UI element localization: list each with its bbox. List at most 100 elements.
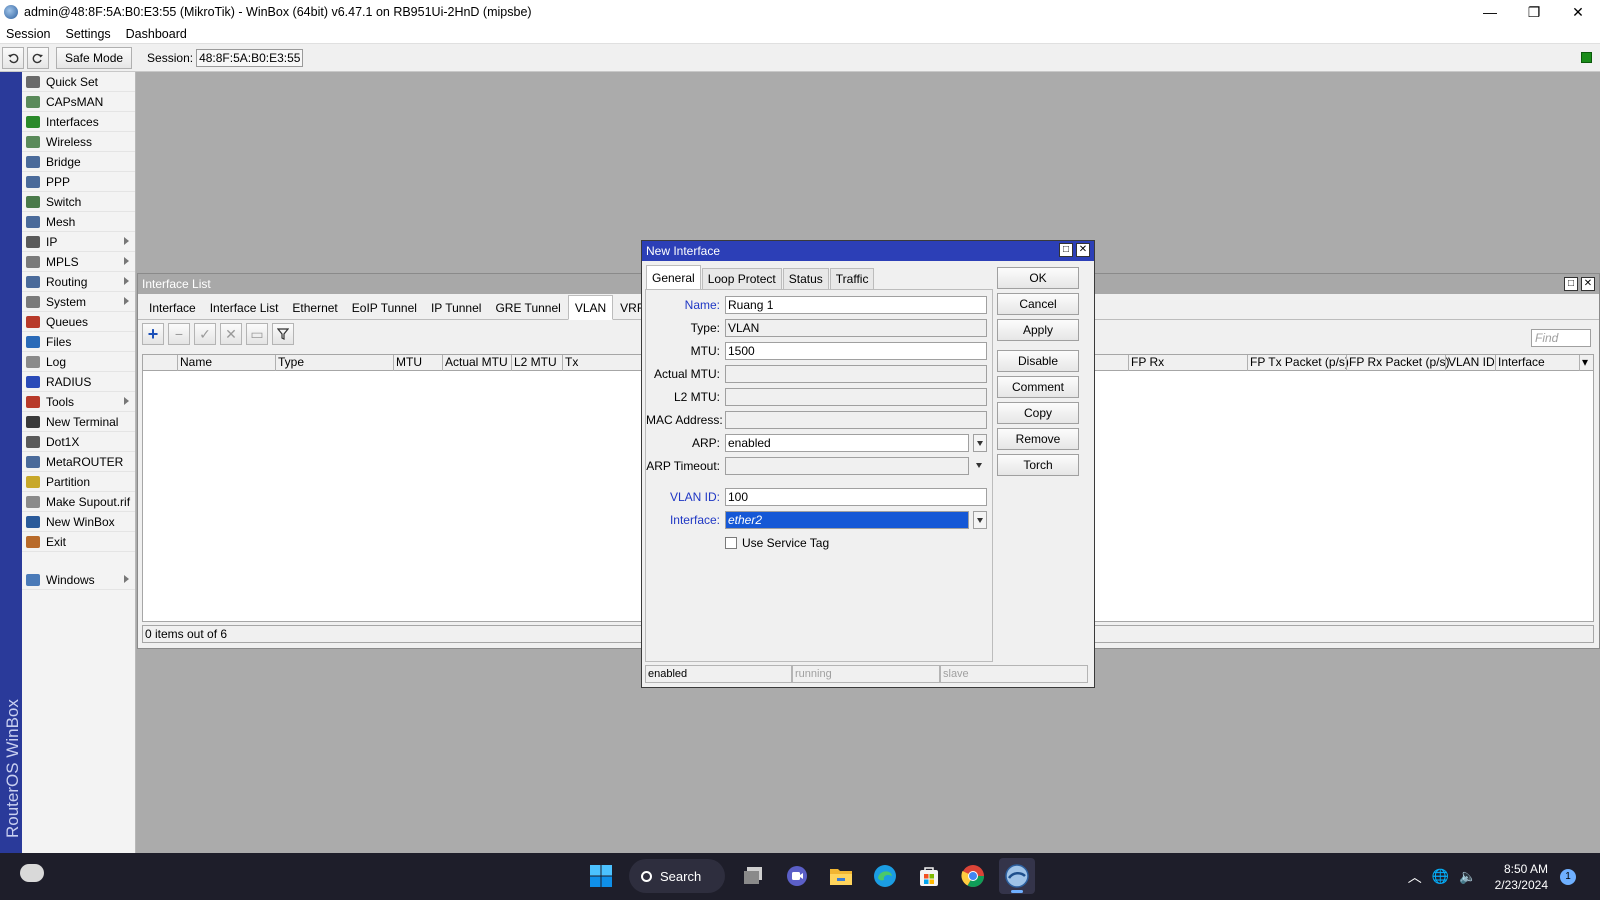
sidebar-item-log[interactable]: Log (22, 352, 135, 372)
arp-timeout-field[interactable] (725, 457, 969, 475)
chevron-up-icon[interactable]: ︿ (1408, 867, 1422, 887)
sidebar-item-system[interactable]: System (22, 292, 135, 312)
close-icon[interactable]: ✕ (1076, 243, 1090, 257)
name-field[interactable]: Ruang 1 (725, 296, 987, 314)
sidebar-item-ppp[interactable]: PPP (22, 172, 135, 192)
maximize-icon[interactable]: □ (1564, 277, 1578, 291)
remove-button[interactable]: − (168, 323, 190, 345)
dialog-tab-loop-protect[interactable]: Loop Protect (701, 268, 782, 289)
sidebar-item-interfaces[interactable]: Interfaces (22, 112, 135, 132)
sidebar-item-exit[interactable]: Exit (22, 532, 135, 552)
winbox-taskbar-button[interactable] (999, 858, 1035, 894)
cancel-button[interactable]: Cancel (997, 293, 1079, 315)
tab-interface[interactable]: Interface (142, 297, 203, 319)
sidebar-item-new-terminal[interactable]: New Terminal (22, 412, 135, 432)
sidebar-item-queues[interactable]: Queues (22, 312, 135, 332)
clock[interactable]: 8:50 AM 2/23/2024 (1495, 861, 1548, 893)
enable-button[interactable]: ✓ (194, 323, 216, 345)
volume-icon[interactable]: 🔈 (1459, 868, 1476, 885)
safe-mode-button[interactable]: Safe Mode (56, 46, 133, 69)
sidebar-item-switch[interactable]: Switch (22, 192, 135, 212)
sidebar-item-wireless[interactable]: Wireless (22, 132, 135, 152)
column-actual-mtu[interactable]: Actual MTU (442, 355, 511, 371)
interface-select[interactable]: ether2 (725, 511, 969, 529)
arp-dropdown-icon[interactable] (973, 434, 987, 452)
sidebar-item-quick-set[interactable]: Quick Set (22, 72, 135, 92)
interface-dropdown-icon[interactable] (973, 511, 987, 529)
column-vlan-id[interactable]: VLAN ID (1445, 355, 1495, 371)
sidebar-item-partition[interactable]: Partition (22, 472, 135, 492)
minimize-icon[interactable]: — (1468, 0, 1512, 24)
chrome-button[interactable] (955, 858, 991, 894)
dialog-tab-traffic[interactable]: Traffic (829, 268, 875, 289)
ok-button[interactable]: OK (997, 267, 1079, 289)
tab-eoip-tunnel[interactable]: EoIP Tunnel (345, 297, 424, 319)
disable-button[interactable]: Disable (997, 350, 1079, 372)
comment-button[interactable]: Comment (997, 376, 1079, 398)
edge-button[interactable] (867, 858, 903, 894)
sidebar-item-files[interactable]: Files (22, 332, 135, 352)
sidebar-item-new-winbox[interactable]: New WinBox (22, 512, 135, 532)
comment-button[interactable]: ▭ (246, 323, 268, 345)
redo-button[interactable] (27, 46, 49, 69)
maximize-icon[interactable]: □ (1059, 243, 1073, 257)
sidebar-item-capsman[interactable]: CAPsMAN (22, 92, 135, 112)
sidebar-item-metarouter[interactable]: MetaROUTER (22, 452, 135, 472)
apply-button[interactable]: Apply (997, 319, 1079, 341)
remove-button[interactable]: Remove (997, 428, 1079, 450)
dialog-tab-general[interactable]: General (646, 265, 701, 289)
column-name[interactable]: Name (177, 355, 275, 371)
sidebar-item-windows[interactable]: Windows (22, 570, 135, 590)
column-tx[interactable]: Tx (562, 355, 642, 371)
close-icon[interactable]: ✕ (1581, 277, 1595, 291)
sidebar-item-mpls[interactable]: MPLS (22, 252, 135, 272)
sidebar-item-routing[interactable]: Routing (22, 272, 135, 292)
menu-dashboard[interactable]: Dashboard (126, 27, 187, 41)
copy-button[interactable]: Copy (997, 402, 1079, 424)
arp-timeout-expand-icon[interactable] (973, 457, 987, 475)
dialog-title[interactable]: New Interface (642, 241, 1094, 261)
tab-interface-list[interactable]: Interface List (203, 297, 286, 319)
column-interface[interactable]: Interface (1495, 355, 1579, 371)
notification-badge[interactable]: 1 (1560, 868, 1576, 885)
column-fp-tx-packet[interactable]: FP Tx Packet (p/s) (1247, 355, 1349, 371)
file-explorer-button[interactable] (823, 858, 859, 894)
undo-button[interactable] (2, 46, 24, 69)
find-input[interactable]: Find (1531, 329, 1591, 347)
use-service-tag-checkbox[interactable] (725, 537, 737, 549)
torch-button[interactable]: Torch (997, 454, 1079, 476)
column-type[interactable]: Type (275, 355, 393, 371)
start-button[interactable] (583, 858, 619, 894)
column-fp-rx-packet[interactable]: FP Rx Packet (p/s) (1346, 355, 1449, 371)
arp-select[interactable]: enabled (725, 434, 969, 452)
sidebar-item-ip[interactable]: IP (22, 232, 135, 252)
restore-icon[interactable]: ❐ (1512, 0, 1556, 24)
vlan-id-field[interactable]: 100 (725, 488, 987, 506)
weather-icon[interactable] (20, 864, 44, 882)
sidebar-item-bridge[interactable]: Bridge (22, 152, 135, 172)
task-view-button[interactable] (735, 858, 771, 894)
tab-ip-tunnel[interactable]: IP Tunnel (424, 297, 488, 319)
sidebar-item-mesh[interactable]: Mesh (22, 212, 135, 232)
column-chooser-icon[interactable]: ▾ (1579, 355, 1595, 371)
close-icon[interactable]: ✕ (1556, 0, 1600, 24)
menu-settings[interactable]: Settings (65, 27, 110, 41)
store-button[interactable] (911, 858, 947, 894)
tab-vlan[interactable]: VLAN (567, 295, 614, 320)
taskbar-search[interactable]: Search (629, 859, 725, 893)
filter-button[interactable] (272, 323, 294, 345)
add-button[interactable]: + (142, 323, 164, 345)
network-icon[interactable]: 🌐 (1432, 868, 1449, 885)
meet-button[interactable] (779, 858, 815, 894)
session-field[interactable]: 48:8F:5A:B0:E3:55 (196, 48, 304, 67)
disable-button[interactable]: ✕ (220, 323, 242, 345)
column-l2-mtu[interactable]: L2 MTU (511, 355, 562, 371)
menu-session[interactable]: Session (6, 27, 50, 41)
sidebar-item-make-supout-rif[interactable]: Make Supout.rif (22, 492, 135, 512)
sidebar-item-tools[interactable]: Tools (22, 392, 135, 412)
dialog-tab-status[interactable]: Status (782, 268, 829, 289)
mtu-field[interactable]: 1500 (725, 342, 987, 360)
sidebar-item-radius[interactable]: RADIUS (22, 372, 135, 392)
sidebar-item-dot1x[interactable]: Dot1X (22, 432, 135, 452)
tab-gre-tunnel[interactable]: GRE Tunnel (488, 297, 567, 319)
